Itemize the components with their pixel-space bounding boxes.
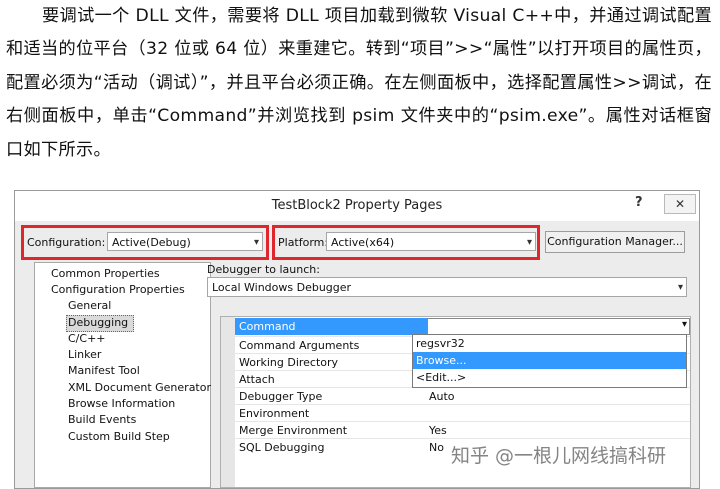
- property-name: SQL Debugging: [239, 441, 325, 454]
- debugger-value: Local Windows Debugger: [212, 281, 352, 294]
- close-button[interactable]: ✕: [664, 194, 696, 214]
- tree-item-c-cpp[interactable]: C/C++: [68, 332, 106, 345]
- dropdown-option[interactable]: <Edit...>: [413, 369, 686, 386]
- property-name: Merge Environment: [239, 424, 348, 437]
- property-name: Command: [239, 320, 296, 333]
- tree-item-build-events[interactable]: Build Events: [68, 413, 136, 426]
- property-name: Environment: [239, 407, 310, 420]
- help-icon[interactable]: ?: [635, 195, 643, 210]
- property-name: Attach: [239, 373, 275, 386]
- command-dropdown-list: regsvr32 Browse... <Edit...>: [412, 334, 687, 388]
- property-value: Yes: [429, 424, 447, 437]
- dialog-title: TestBlock2 Property Pages: [271, 198, 443, 213]
- debugger-label: Debugger to launch:: [207, 263, 320, 276]
- configuration-manager-button[interactable]: Configuration Manager...: [545, 231, 685, 253]
- tree-item-xml-document-generator[interactable]: XML Document Generator: [68, 381, 211, 394]
- property-name: Debugger Type: [239, 390, 323, 403]
- property-row[interactable]: Command ▾: [235, 318, 690, 335]
- body-paragraph: 要调试一个 DLL 文件，需要将 DLL 项目加载到微软 Visual C++中…: [6, 6, 712, 160]
- property-name: Command Arguments: [239, 339, 360, 352]
- dropdown-option[interactable]: regsvr32: [413, 335, 686, 352]
- property-tree: Common Properties Configuration Properti…: [34, 262, 211, 488]
- chevron-down-icon: ▾: [677, 282, 683, 293]
- chevron-down-icon[interactable]: ▾: [682, 319, 687, 330]
- property-row[interactable]: Environment: [235, 404, 690, 422]
- tree-item-linker[interactable]: Linker: [68, 348, 101, 361]
- tree-item-debugging[interactable]: Debugging: [68, 316, 128, 329]
- tree-item-manifest-tool[interactable]: Manifest Tool: [68, 364, 140, 377]
- tree-item-browse-information[interactable]: Browse Information: [68, 397, 175, 410]
- property-value: No: [429, 441, 444, 454]
- option-label: Browse...: [416, 354, 467, 367]
- tree-item-general[interactable]: General: [68, 299, 111, 312]
- property-value: Auto: [429, 390, 455, 403]
- command-input[interactable]: ▾: [427, 318, 690, 335]
- title-bar: TestBlock2 Property Pages ? ✕: [15, 191, 699, 221]
- dropdown-option-highlighted[interactable]: Browse...: [413, 352, 686, 369]
- platform-highlight: [272, 225, 540, 260]
- property-row[interactable]: Debugger Type Auto: [235, 387, 690, 405]
- property-row[interactable]: Merge Environment Yes: [235, 421, 690, 439]
- option-label: regsvr32: [416, 337, 465, 350]
- tree-item-configuration-properties[interactable]: Configuration Properties: [51, 283, 185, 296]
- tree-item-custom-build-step[interactable]: Custom Build Step: [68, 430, 170, 443]
- grid-gutter: [221, 317, 235, 487]
- debugger-select[interactable]: Local Windows Debugger ▾: [207, 277, 687, 297]
- option-label: <Edit...>: [416, 371, 467, 384]
- watermark: 知乎 @一根儿网线搞科研: [451, 445, 667, 467]
- tree-item-common-properties[interactable]: Common Properties: [51, 267, 160, 280]
- configuration-highlight: [21, 225, 269, 260]
- property-name: Working Directory: [239, 356, 339, 369]
